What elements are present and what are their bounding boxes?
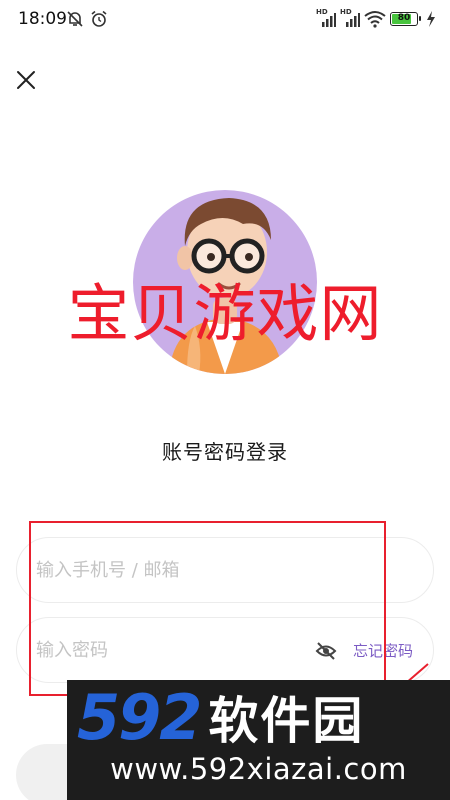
banner-logo: 592 软件园 [77,680,365,754]
signal-icon-2: HD [340,8,360,28]
wifi-icon [364,11,386,28]
banner-name: 软件园 [208,692,365,750]
annotation-highlight-box [29,521,386,696]
battery-percent: 80 [397,13,411,23]
mute-bell-icon [67,11,83,27]
status-time: 18:09 [18,9,67,29]
signal-icon: HD [316,8,336,28]
close-button[interactable] [12,66,40,94]
page-title: 账号密码登录 [162,440,288,464]
battery-indicator: 80 [390,12,421,26]
banner-url: www.592xiazai.com [110,752,407,786]
watermark-text: 宝贝游戏网 [67,277,383,350]
status-right-icons: HD HD 80 [316,8,436,28]
alarm-icon [91,10,107,27]
status-left-icons [66,10,108,28]
status-bar: 18:09 HD HD 80 [0,0,450,40]
watermark-banner: 592 软件园 www.592xiazai.com [67,680,450,800]
close-icon [17,71,35,89]
banner-number: 592 [77,680,202,754]
charging-icon [427,11,435,27]
